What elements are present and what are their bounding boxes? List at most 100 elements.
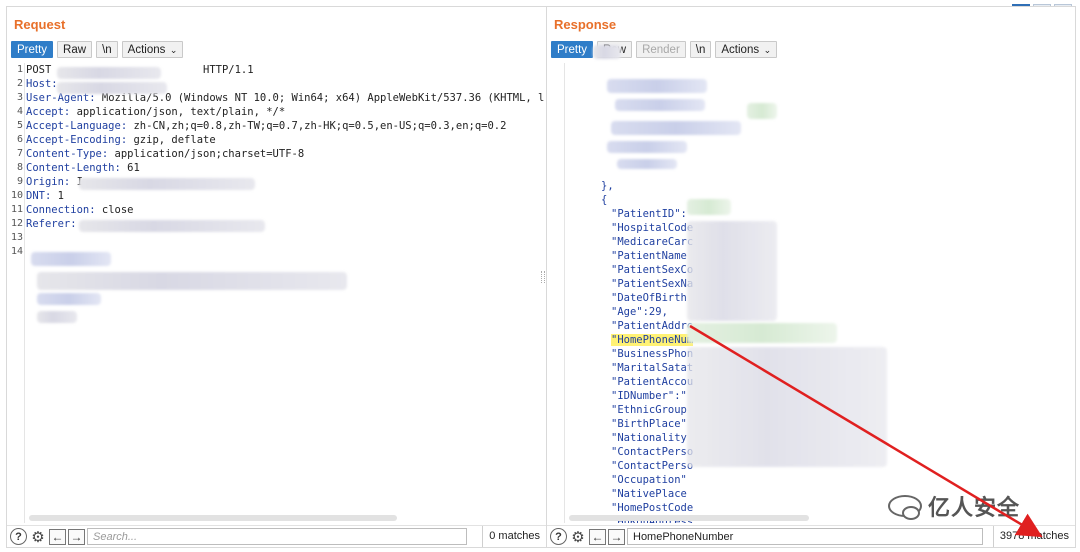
json-text: "PatientAccou [611, 376, 694, 388]
header-name: Origin: [26, 176, 71, 188]
question-circle-icon[interactable]: ? [10, 528, 27, 545]
redacted-host [57, 82, 167, 94]
request-panel: Request Pretty Raw \n Actions ⌄ 1 POST HT… [6, 6, 547, 548]
request-line-content: Accept-Language: zh-CN,zh;q=0.8,zh-TW;q=… [26, 119, 506, 133]
json-text: "PatientID": [611, 208, 687, 220]
redacted-body-1 [31, 252, 111, 266]
request-scroll-grip[interactable] [541, 271, 545, 283]
header-name: Referer: [26, 218, 77, 230]
redacted-response-4 [747, 103, 777, 119]
json-text: }, [601, 180, 614, 192]
line-number: 10 [10, 190, 23, 201]
line-number: 3 [16, 92, 23, 103]
header-value: gzip, deflate [127, 134, 216, 146]
response-actions-menu[interactable]: Actions ⌄ [715, 41, 778, 58]
request-line: 4 Accept: application/json, text/plain, *… [9, 105, 544, 119]
line-number: 4 [16, 106, 23, 117]
request-tab-pretty[interactable]: Pretty [11, 41, 54, 58]
chevron-down-icon: ⌄ [167, 45, 178, 55]
request-line-content: Content-Length: 61 [26, 161, 140, 175]
arrow-left-icon[interactable]: ← [49, 528, 66, 545]
header-name: Accept-Language: [26, 120, 128, 132]
request-tab-newline[interactable]: \n [96, 41, 118, 58]
response-tab-render[interactable]: Render [636, 41, 686, 58]
response-tab-pretty[interactable]: Pretty [551, 41, 594, 58]
request-actions-menu[interactable]: Actions ⌄ [121, 41, 184, 58]
response-tab-newline[interactable]: \n [689, 41, 712, 58]
request-line: 5 Accept-Language: zh-CN,zh;q=0.8,zh-TW;q… [9, 119, 544, 133]
gear-icon[interactable]: ⚙ [569, 528, 587, 546]
header-name: DNT: [26, 190, 52, 202]
request-h-scrollbar[interactable] [29, 515, 397, 521]
redacted-values-block-1 [687, 221, 777, 321]
json-line: "BirthPlace" [611, 417, 687, 431]
header-name: Content-Type: [26, 148, 109, 160]
request-line-content: Accept-Encoding: gzip, deflate [26, 133, 216, 147]
line-number: 6 [16, 134, 23, 145]
request-tab-raw[interactable]: Raw [57, 41, 93, 58]
arrow-right-icon[interactable]: → [608, 528, 625, 545]
line-number: 14 [10, 246, 23, 257]
json-line: { [601, 193, 607, 207]
redacted-response-1 [593, 45, 621, 59]
line-number: 8 [16, 162, 23, 173]
json-text: "HomePostCode [611, 502, 694, 514]
json-text: "HospitalCode [611, 222, 694, 234]
json-line: "PatientName [611, 249, 687, 263]
chevron-down-icon: ⌄ [761, 45, 772, 55]
header-value: 61 [120, 162, 140, 174]
json-line: "MedicareCarc [611, 235, 693, 249]
header-value: application/json, text/plain, */* [70, 106, 286, 118]
json-line: "IDNumber":" [611, 389, 687, 403]
request-line-content: Host: [26, 77, 58, 91]
redacted-value-patientid [687, 199, 731, 215]
json-text: "PatientSexCo [611, 264, 694, 276]
json-text: "NativePlace [611, 488, 687, 500]
request-line: 8 Content-Length: 61 [9, 161, 544, 175]
arrow-right-icon[interactable]: → [68, 528, 85, 545]
gear-icon[interactable]: ⚙ [29, 528, 47, 546]
response-h-scrollbar[interactable] [569, 515, 809, 521]
response-search-input[interactable] [627, 528, 983, 545]
line-number: 9 [16, 176, 23, 187]
json-text: "PatientAddre [611, 320, 694, 332]
json-line: "NativePlace [611, 487, 687, 501]
request-line: 7 Content-Type: application/json;charset=… [9, 147, 544, 161]
header-name: Connection: [26, 204, 96, 216]
json-line: "HomePostCode [611, 501, 693, 515]
response-panel: Response Pretty Raw Render \n Actions ⌄ … [546, 6, 1076, 548]
request-line-content: Content-Type: application/json;charset=U… [26, 147, 304, 161]
json-text: { [601, 194, 608, 206]
header-value: 1 [51, 190, 64, 202]
json-line: "MaritalSatat [611, 361, 693, 375]
json-text: "MedicareCarc [611, 236, 694, 248]
redacted-values-block-2 [687, 323, 837, 343]
request-search-bar: ? ⚙ ← → 0 matches [7, 525, 546, 547]
json-text: "ContactPerso [611, 446, 694, 458]
line-number: 13 [10, 232, 23, 243]
response-view-tabs: Pretty Raw Render \n Actions ⌄ [551, 41, 778, 59]
arrow-left-icon[interactable]: ← [589, 528, 606, 545]
request-line-content: Referer: [26, 217, 77, 231]
json-line: }, [601, 179, 614, 193]
request-line: 6 Accept-Encoding: gzip, deflate [9, 133, 544, 147]
request-view-tabs: Pretty Raw \n Actions ⌄ [11, 41, 184, 59]
json-text: "EthnicGroup [611, 404, 687, 416]
header-name: Host: [26, 78, 58, 90]
json-text: "Nationality [611, 432, 687, 444]
request-match-count: 0 matches [482, 526, 546, 547]
json-line: "PatientAddre [611, 319, 693, 333]
question-circle-icon[interactable]: ? [550, 528, 567, 545]
line-number: 7 [16, 148, 23, 159]
request-line-content: Origin: I [26, 175, 83, 189]
json-text: "MaritalSatat [611, 362, 694, 374]
redacted-values-block-3 [687, 347, 887, 467]
wechat-logo-icon [888, 495, 922, 520]
json-text: "IDNumber":" [611, 390, 687, 402]
json-line: "PatientAccou [611, 375, 693, 389]
response-actions-label: Actions [721, 44, 760, 56]
json-text: "PatientName [611, 250, 687, 262]
json-line: "Age":29, [611, 305, 668, 319]
request-line-content: DNT: 1 [26, 189, 64, 203]
request-search-input[interactable] [87, 528, 467, 545]
